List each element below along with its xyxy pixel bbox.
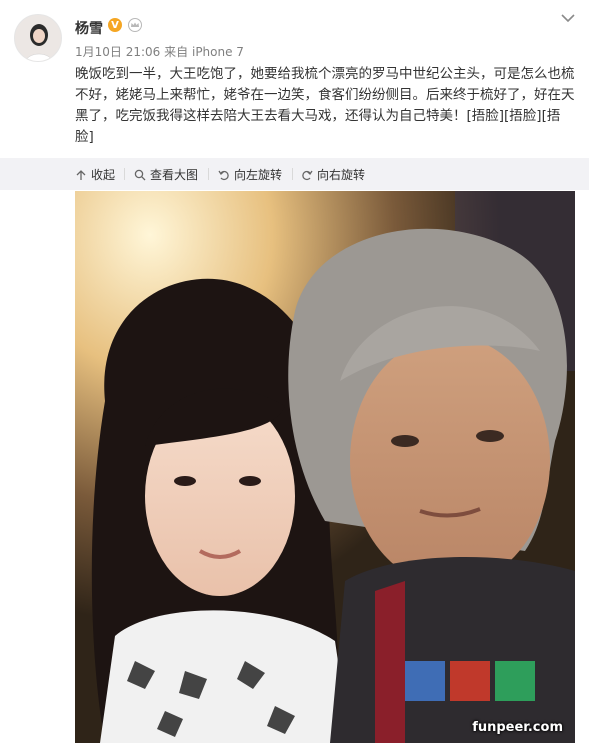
post-photo[interactable]: funpeer.com — [75, 191, 575, 743]
collapse-icon — [76, 169, 86, 180]
chevron-down-icon[interactable] — [560, 12, 576, 24]
rotate-right-icon — [302, 170, 313, 180]
selfie-photo — [75, 191, 575, 743]
watermark: funpeer.com — [472, 720, 563, 735]
post-time[interactable]: 1月10日 21:06 — [75, 45, 160, 59]
view-large-button[interactable]: 查看大图 — [134, 166, 198, 183]
rotate-left-icon — [218, 170, 229, 180]
view-large-label: 查看大图 — [150, 168, 199, 182]
toolbar-divider — [124, 168, 125, 180]
weibo-post: 杨雪 V 1月10日 21:06 来自 iPhone 7 晚饭吃到一半，大王吃饱… — [0, 0, 589, 743]
toolbar-divider — [292, 168, 293, 180]
collapse-label: 收起 — [91, 168, 116, 182]
verified-badge-icon: V — [108, 18, 122, 32]
search-icon — [134, 169, 146, 180]
avatar[interactable] — [14, 14, 62, 62]
crown-icon[interactable] — [127, 18, 143, 32]
post-text: 晚饭吃到一半，大王吃饱了，她要给我梳个漂亮的罗马中世纪公主头，可是怎么也梳不好，… — [75, 64, 575, 148]
post-source[interactable]: iPhone 7 — [192, 45, 244, 59]
collapse-button[interactable]: 收起 — [75, 166, 115, 183]
rotate-right-button[interactable]: 向右旋转 — [301, 166, 365, 183]
toolbar-divider — [208, 168, 209, 180]
username[interactable]: 杨雪 — [75, 18, 103, 38]
source-prefix: 来自 — [164, 45, 189, 59]
rotate-left-button[interactable]: 向左旋转 — [218, 166, 282, 183]
rotate-left-label: 向左旋转 — [234, 168, 283, 182]
rotate-right-label: 向右旋转 — [317, 168, 366, 182]
media-toolbar: 收起 查看大图 向左旋转 向右旋转 — [0, 158, 589, 190]
post-meta: 1月10日 21:06 来自 iPhone 7 — [75, 43, 244, 60]
